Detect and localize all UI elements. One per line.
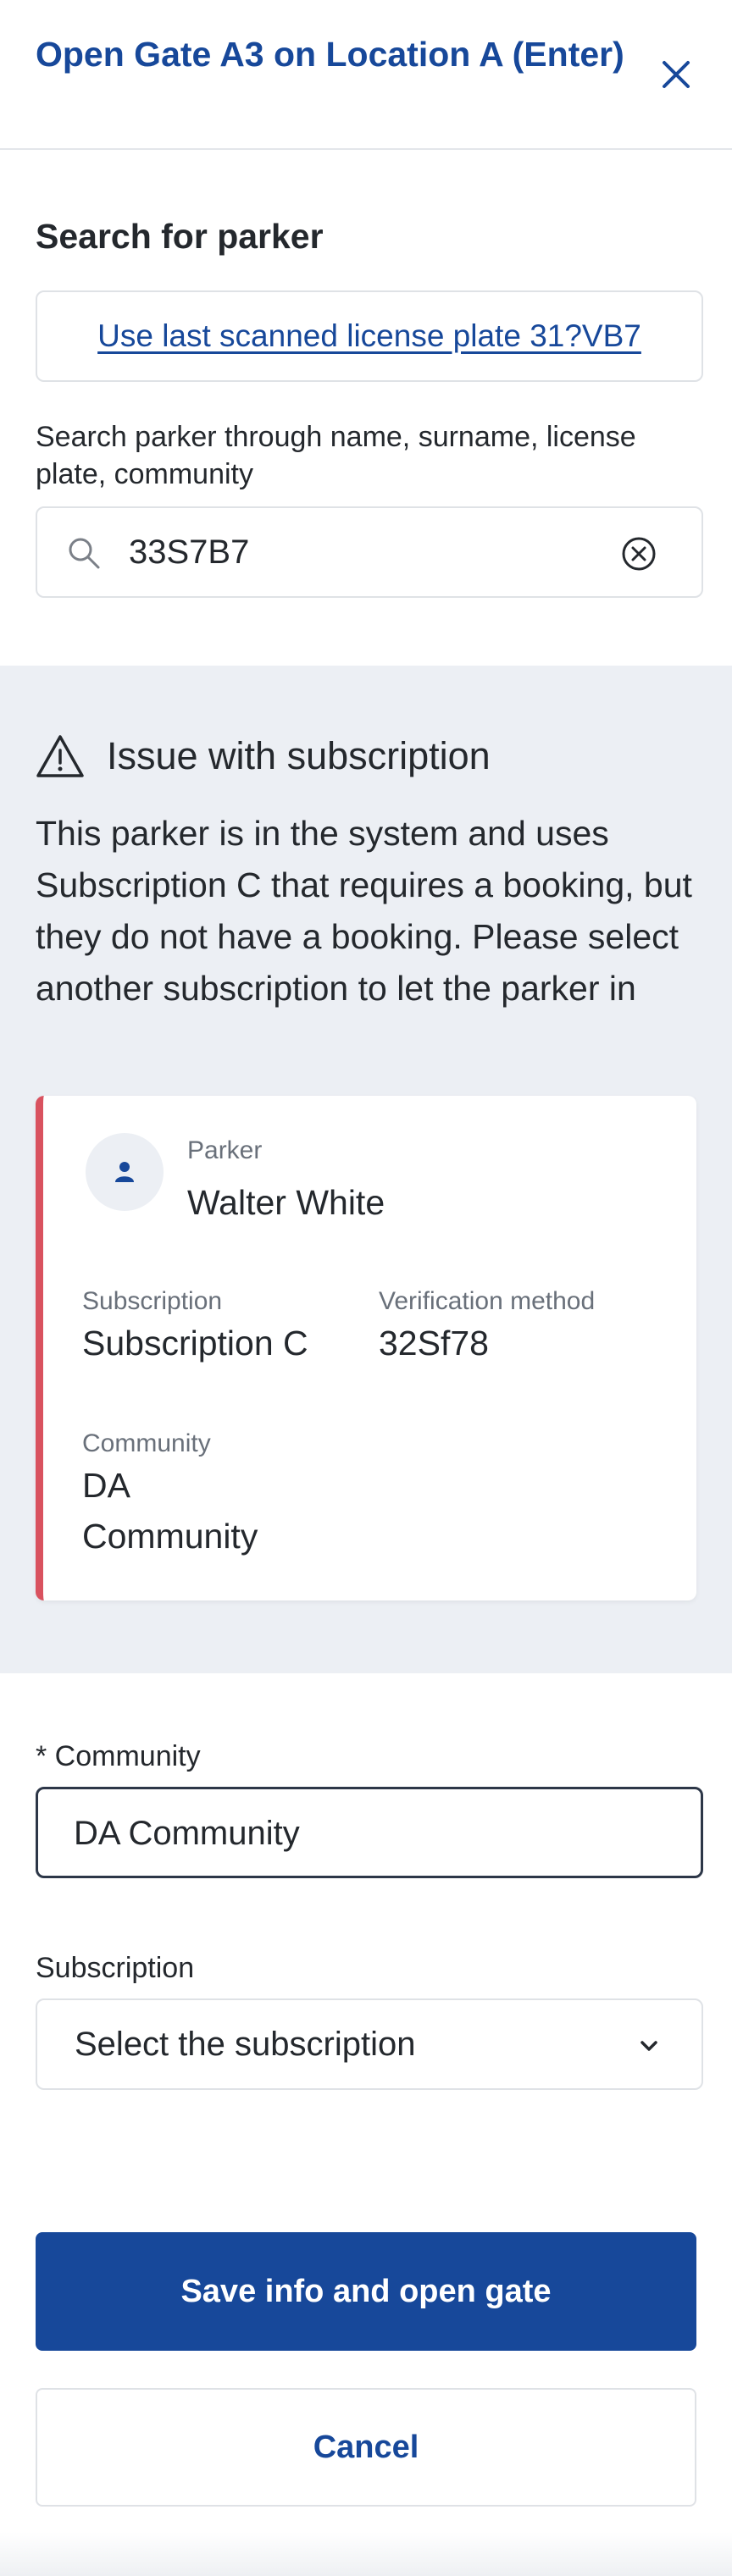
subscription-select-placeholder: Select the subscription	[75, 2026, 416, 2063]
dialog-title: Open Gate A3 on Location A (Enter)	[36, 35, 624, 74]
search-input[interactable]: 33S7B7	[36, 506, 703, 598]
dialog-header: Open Gate A3 on Location A (Enter)	[0, 0, 732, 150]
warning-icon	[36, 735, 84, 777]
cancel-button[interactable]: Cancel	[36, 2388, 696, 2507]
issue-message: This parker is in the system and uses Su…	[36, 814, 692, 1008]
parker-name: Walter White	[187, 1183, 385, 1222]
issue-title: Issue with subscription	[107, 734, 491, 777]
subscription-select[interactable]: Select the subscription	[36, 1998, 703, 2090]
avatar	[86, 1133, 164, 1211]
save-and-open-gate-button[interactable]: Save info and open gate	[36, 2232, 696, 2351]
search-field-label: Search parker through name, surname, lic…	[36, 421, 636, 490]
bottom-shadow	[0, 2532, 732, 2576]
community-label: Community	[82, 1429, 211, 1457]
use-last-scanned-plate-link[interactable]: Use last scanned license plate 31?VB7	[97, 318, 641, 354]
subscription-label: Subscription	[82, 1287, 223, 1315]
search-icon	[69, 538, 100, 569]
community-field-value: DA Community	[74, 1815, 300, 1852]
parker-label: Parker	[187, 1136, 263, 1164]
verification-method-value: 32Sf78	[379, 1324, 489, 1363]
search-heading: Search for parker	[36, 217, 324, 256]
search-input-value: 33S7B7	[129, 533, 250, 571]
clear-circle-icon[interactable]	[618, 533, 659, 574]
subscription-field-label: Subscription	[36, 1952, 195, 1984]
subscription-value: Subscription C	[82, 1324, 308, 1363]
cancel-label: Cancel	[313, 2429, 419, 2465]
chevron-down-icon	[640, 2041, 657, 2051]
community-field[interactable]: DA Community	[36, 1787, 703, 1878]
save-and-open-gate-label: Save info and open gate	[180, 2273, 552, 2309]
user-icon	[115, 1162, 134, 1182]
issue-header: Issue with subscription	[36, 733, 491, 779]
verification-method-label: Verification method	[379, 1287, 596, 1315]
close-icon[interactable]	[657, 56, 695, 93]
community-value: DA Community	[82, 1466, 258, 1556]
community-field-label: * Community	[36, 1740, 201, 1772]
use-last-scanned-plate-button[interactable]: Use last scanned license plate 31?VB7	[36, 290, 703, 382]
subscription-issue-panel: Issue with subscription This parker is i…	[0, 666, 732, 1673]
parker-card: Parker Walter White Subscription Subscri…	[36, 1096, 696, 1600]
